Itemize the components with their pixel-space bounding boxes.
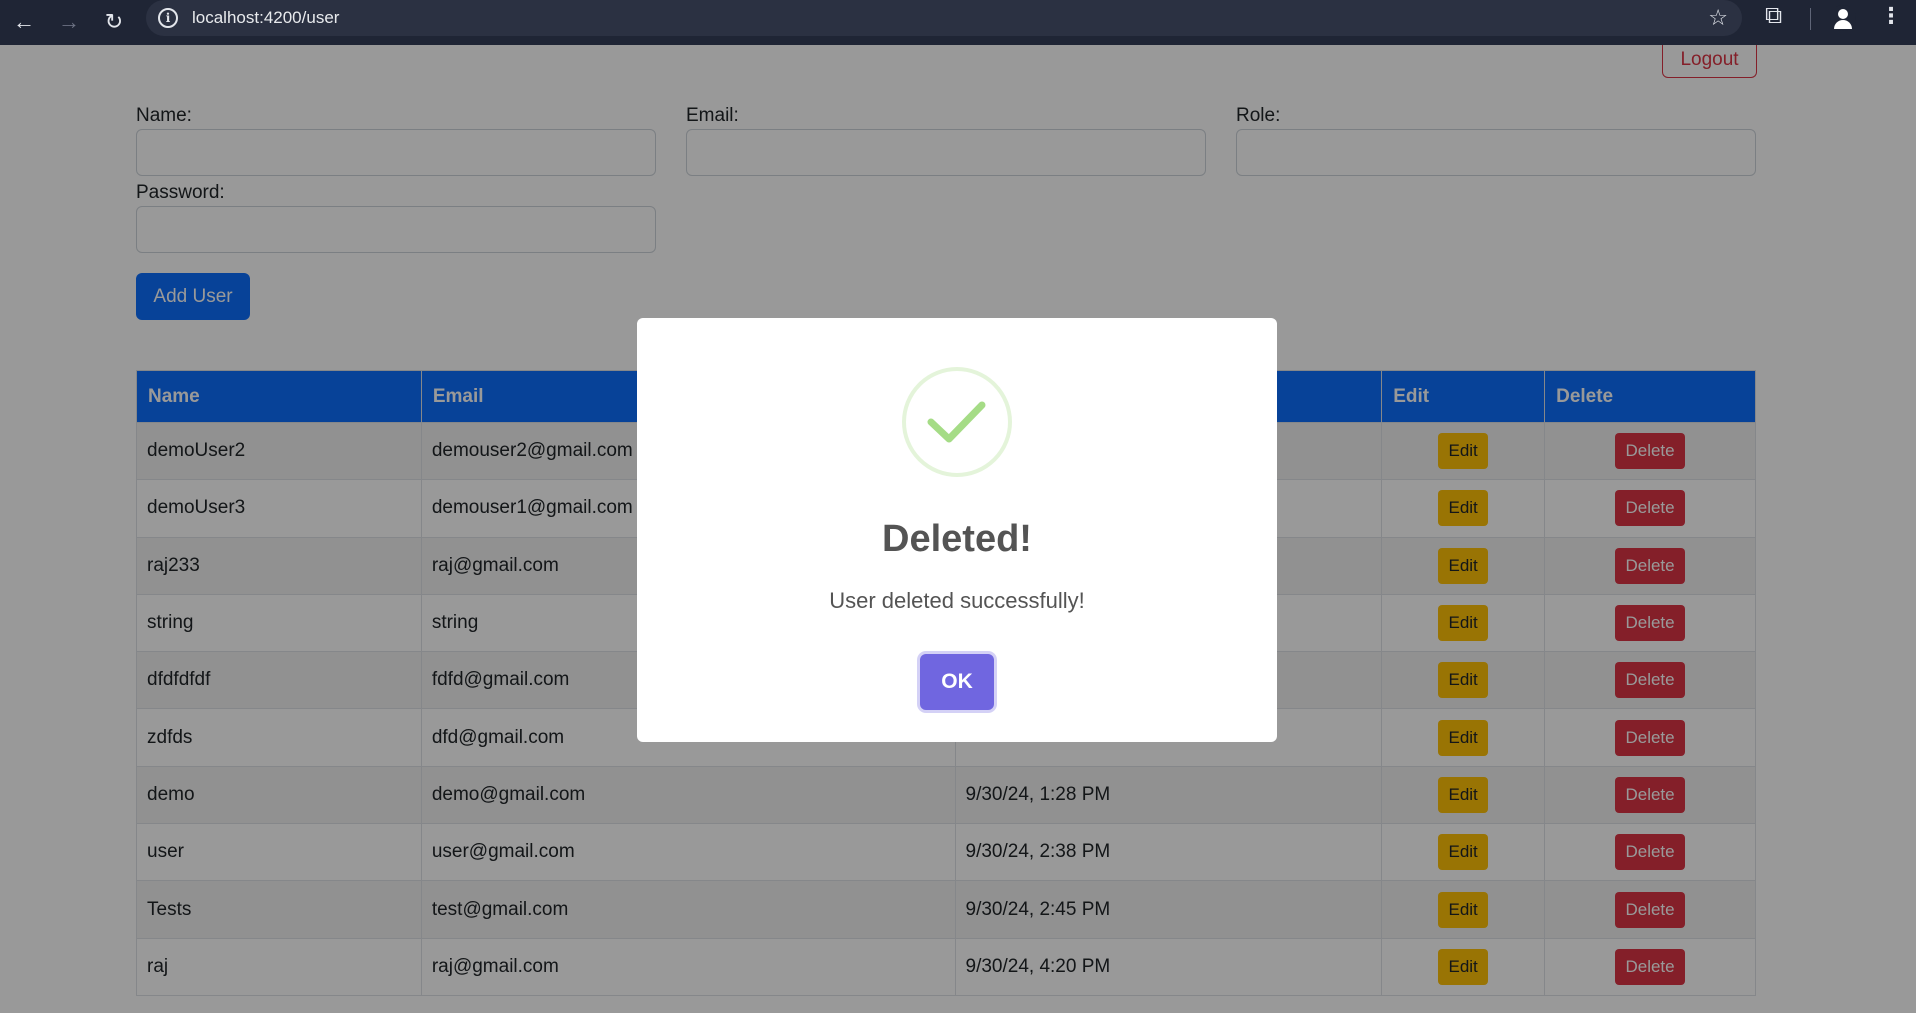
extensions-icon[interactable]: ⧉ (1765, 2, 1782, 30)
url-text[interactable]: localhost:4200/user (192, 8, 339, 28)
forward-arrow-icon[interactable]: → (51, 4, 87, 40)
profile-icon[interactable] (1830, 5, 1856, 31)
back-arrow-icon[interactable]: ← (6, 4, 42, 40)
success-dialog: Deleted! User deleted successfully! OK (637, 318, 1277, 742)
address-bar[interactable]: i localhost:4200/user ☆ (146, 0, 1742, 36)
dialog-message: User deleted successfully! (829, 588, 1085, 613)
reload-icon[interactable]: ↻ (96, 4, 132, 40)
info-icon[interactable]: i (158, 8, 178, 28)
dialog-title: Deleted! (882, 518, 1032, 560)
star-icon[interactable]: ☆ (1708, 5, 1728, 31)
toolbar-divider (1810, 8, 1811, 30)
menu-icon[interactable]: ⋮ (1880, 3, 1902, 29)
ok-button[interactable]: OK (920, 654, 994, 710)
success-check-icon (902, 367, 1012, 477)
browser-toolbar: ← → ↻ i localhost:4200/user ☆ ⧉ ⋮ (0, 0, 1916, 45)
